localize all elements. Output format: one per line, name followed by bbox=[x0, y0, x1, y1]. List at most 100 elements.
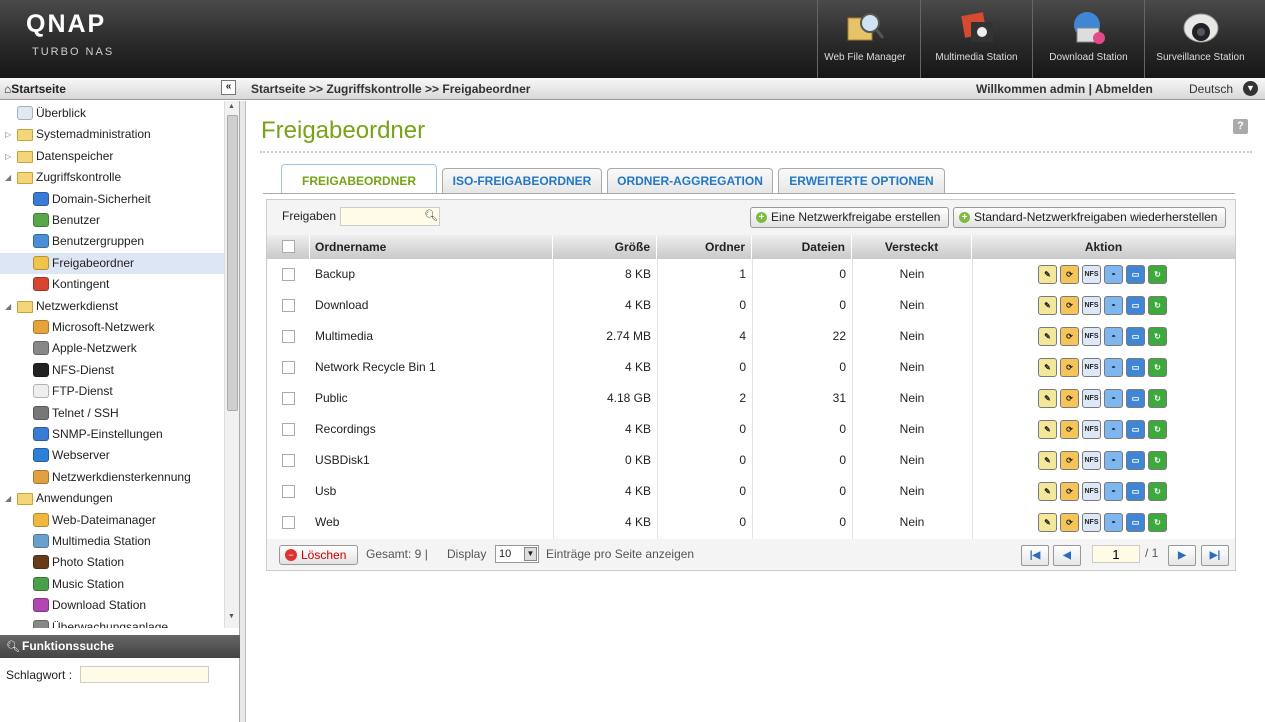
row-checkbox[interactable] bbox=[282, 423, 295, 436]
row-checkbox[interactable] bbox=[282, 454, 295, 467]
monitor-icon[interactable]: ▭ bbox=[1126, 420, 1145, 439]
sidebar-item-netzwerkdiensterkennung[interactable]: Netzwerkdiensterkennung bbox=[0, 467, 224, 488]
refresh-icon[interactable]: ↻ bbox=[1148, 327, 1167, 346]
sidebar-item-photo-station[interactable]: Photo Station bbox=[0, 552, 224, 573]
tab-freigabeordner[interactable]: FREIGABEORDNER bbox=[281, 164, 437, 194]
row-checkbox[interactable] bbox=[282, 361, 295, 374]
tree-toggle-icon[interactable]: ◢ bbox=[5, 488, 11, 509]
access-rights-icon[interactable]: ⟳ bbox=[1060, 451, 1079, 470]
table-row[interactable]: Public 4.18 GB 2 31 Nein ✎ ⟳ NFS ◓ ▭ ↻ bbox=[267, 383, 1235, 414]
refresh-icon[interactable]: ↻ bbox=[1148, 358, 1167, 377]
tree-toggle-icon[interactable]: ▷ bbox=[5, 146, 11, 167]
tree-toggle-icon[interactable]: ◢ bbox=[5, 167, 11, 188]
network-access-icon[interactable]: ◓ bbox=[1104, 296, 1123, 315]
edit-properties-icon[interactable]: ✎ bbox=[1038, 358, 1057, 377]
sidebar-item-ftp-dienst[interactable]: FTP-Dienst bbox=[0, 381, 224, 402]
access-rights-icon[interactable]: ⟳ bbox=[1060, 513, 1079, 532]
refresh-icon[interactable]: ↻ bbox=[1148, 265, 1167, 284]
network-access-icon[interactable]: ◓ bbox=[1104, 513, 1123, 532]
restore-default-shares-button[interactable]: + Standard-Netzwerkfreigaben wiederherste… bbox=[953, 207, 1226, 228]
row-checkbox[interactable] bbox=[282, 516, 295, 529]
network-access-icon[interactable]: ◓ bbox=[1104, 327, 1123, 346]
monitor-icon[interactable]: ▭ bbox=[1126, 265, 1145, 284]
previous-page-button[interactable]: ◀ bbox=[1053, 545, 1081, 566]
refresh-icon[interactable]: ↻ bbox=[1148, 296, 1167, 315]
page-number-input[interactable] bbox=[1092, 545, 1140, 563]
row-checkbox[interactable] bbox=[282, 392, 295, 405]
app-surveillance-station[interactable]: Surveillance Station bbox=[1144, 0, 1256, 78]
network-access-icon[interactable]: ◓ bbox=[1104, 358, 1123, 377]
nfs-icon[interactable]: NFS bbox=[1082, 482, 1101, 501]
refresh-icon[interactable]: ↻ bbox=[1148, 513, 1167, 532]
table-row[interactable]: Recordings 4 KB 0 0 Nein ✎ ⟳ NFS ◓ ▭ ↻ bbox=[267, 414, 1235, 445]
table-row[interactable]: Usb 4 KB 0 0 Nein ✎ ⟳ NFS ◓ ▭ ↻ bbox=[267, 476, 1235, 507]
tree-toggle-icon[interactable]: ◢ bbox=[5, 296, 11, 317]
sidebar-splitter[interactable] bbox=[240, 101, 246, 722]
sidebar-item-zugriffskontrolle[interactable]: ◢ Zugriffskontrolle bbox=[0, 167, 224, 188]
network-access-icon[interactable]: ◓ bbox=[1104, 451, 1123, 470]
monitor-icon[interactable]: ▭ bbox=[1126, 389, 1145, 408]
tab-erweiterte-optionen[interactable]: ERWEITERTE OPTIONEN bbox=[778, 168, 945, 193]
header-select-all[interactable] bbox=[267, 235, 310, 259]
sidebar-item-multimedia-station[interactable]: Multimedia Station bbox=[0, 531, 224, 552]
edit-properties-icon[interactable]: ✎ bbox=[1038, 513, 1057, 532]
nfs-icon[interactable]: NFS bbox=[1082, 451, 1101, 470]
column-header-folders[interactable]: Ordner bbox=[657, 235, 752, 259]
monitor-icon[interactable]: ▭ bbox=[1126, 513, 1145, 532]
access-rights-icon[interactable]: ⟳ bbox=[1060, 265, 1079, 284]
nfs-icon[interactable]: NFS bbox=[1082, 296, 1101, 315]
nfs-icon[interactable]: NFS bbox=[1082, 327, 1101, 346]
tab-iso-freigabeordner[interactable]: ISO-FREIGABEORDNER bbox=[442, 168, 602, 193]
sidebar-item-nfs-dienst[interactable]: NFS-Dienst bbox=[0, 360, 224, 381]
app-web-file-manager[interactable]: Web File Manager bbox=[817, 0, 912, 78]
sidebar-item-freigabeordner[interactable]: Freigabeordner bbox=[0, 252, 224, 274]
scrollbar-thumb[interactable] bbox=[227, 115, 238, 411]
network-access-icon[interactable]: ◓ bbox=[1104, 265, 1123, 284]
network-access-icon[interactable]: ◓ bbox=[1104, 420, 1123, 439]
nfs-icon[interactable]: NFS bbox=[1082, 420, 1101, 439]
sidebar-item-download-station[interactable]: Download Station bbox=[0, 595, 224, 616]
monitor-icon[interactable]: ▭ bbox=[1126, 296, 1145, 315]
collapse-sidebar-button[interactable]: « bbox=[221, 80, 236, 95]
sidebar-item-anwendungen[interactable]: ◢ Anwendungen bbox=[0, 488, 224, 509]
sidebar-item-benutzer[interactable]: Benutzer bbox=[0, 210, 224, 231]
access-rights-icon[interactable]: ⟳ bbox=[1060, 420, 1079, 439]
sidebar-item-systemadministration[interactable]: ▷ Systemadministration bbox=[0, 124, 224, 145]
access-rights-icon[interactable]: ⟳ bbox=[1060, 358, 1079, 377]
edit-properties-icon[interactable]: ✎ bbox=[1038, 451, 1057, 470]
sidebar-item-microsoft-netzwerk[interactable]: Microsoft-Netzwerk bbox=[0, 317, 224, 338]
page-size-select[interactable]: 10 ▼ bbox=[495, 545, 539, 563]
app-multimedia-station[interactable]: Multimedia Station bbox=[920, 0, 1032, 78]
sidebar-item-apple-netzwerk[interactable]: Apple-Netzwerk bbox=[0, 338, 224, 359]
row-checkbox[interactable] bbox=[282, 268, 295, 281]
sidebar-item-kontingent[interactable]: Kontingent bbox=[0, 274, 224, 295]
table-row[interactable]: Backup 8 KB 1 0 Nein ✎ ⟳ NFS ◓ ▭ ↻ bbox=[267, 259, 1235, 290]
sidebar-item-überwachungsanlage[interactable]: Überwachungsanlage bbox=[0, 617, 224, 628]
tab-ordner-aggregation[interactable]: ORDNER-AGGREGATION bbox=[607, 168, 773, 193]
table-row[interactable]: Web 4 KB 0 0 Nein ✎ ⟳ NFS ◓ ▭ ↻ bbox=[267, 507, 1235, 538]
sidebar-item-domain-sicherheit[interactable]: Domain-Sicherheit bbox=[0, 189, 224, 210]
monitor-icon[interactable]: ▭ bbox=[1126, 482, 1145, 501]
table-row[interactable]: Network Recycle Bin 1 4 KB 0 0 Nein ✎ ⟳ NFS ◓ ▭ ↻ bbox=[267, 352, 1235, 383]
tree-toggle-icon[interactable]: ▷ bbox=[5, 124, 11, 145]
refresh-icon[interactable]: ↻ bbox=[1148, 420, 1167, 439]
home-link[interactable]: ⌂Startseite bbox=[4, 82, 66, 96]
sidebar-item-telnet-ssh[interactable]: Telnet / SSH bbox=[0, 403, 224, 424]
network-access-icon[interactable]: ◓ bbox=[1104, 389, 1123, 408]
edit-properties-icon[interactable]: ✎ bbox=[1038, 265, 1057, 284]
sidebar-item-snmp-einstellungen[interactable]: SNMP-Einstellungen bbox=[0, 424, 224, 445]
sidebar-item-webserver[interactable]: Webserver bbox=[0, 445, 224, 466]
refresh-icon[interactable]: ↻ bbox=[1148, 482, 1167, 501]
keyword-input[interactable] bbox=[80, 666, 209, 683]
app-download-station[interactable]: Download Station bbox=[1032, 0, 1144, 78]
column-header-size[interactable]: Größe bbox=[553, 235, 657, 259]
monitor-icon[interactable]: ▭ bbox=[1126, 358, 1145, 377]
monitor-icon[interactable]: ▭ bbox=[1126, 327, 1145, 346]
sidebar-item-überblick[interactable]: Überblick bbox=[0, 103, 224, 124]
help-icon[interactable]: ? bbox=[1233, 119, 1248, 134]
next-page-button[interactable]: ▶ bbox=[1168, 545, 1196, 566]
refresh-icon[interactable]: ↻ bbox=[1148, 451, 1167, 470]
create-share-button[interactable]: + Eine Netzwerkfreigabe erstellen bbox=[750, 207, 949, 228]
last-page-button[interactable]: ▶| bbox=[1201, 545, 1229, 566]
sidebar-item-benutzergruppen[interactable]: Benutzergruppen bbox=[0, 231, 224, 252]
